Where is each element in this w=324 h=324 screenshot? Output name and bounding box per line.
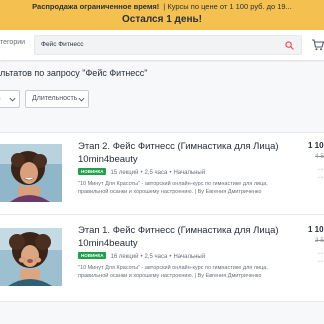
course-title[interactable]: Этап 1. Фейс Фитнесс (Гимнастика для Лиц… [78,224,298,250]
course-price: 1 10 [308,225,324,234]
meta-separator: • [140,254,143,260]
search-input[interactable] [41,41,261,48]
promo-banner[interactable]: Распродажа ограниченное время! | Курсы по… [0,0,324,30]
course-meta: НОВИНКА 15 лекций • 2,5 часа • Начальный [78,168,205,176]
rating-placeholder: ••• [318,167,324,173]
course-level: Начальный [173,170,206,176]
course-meta: НОВИНКА 16 лекций • 2,5 часа • Начальный [78,252,205,260]
course-description: "10 Минут Для Красоты" - авторский онлай… [78,181,268,195]
course-old-price: 3 5 [315,237,324,244]
promo-text: Распродажа ограниченное время! | Курсы по… [0,2,324,11]
meta-separator: • [169,170,172,176]
lecture-count: 15 лекций [110,170,139,176]
course-list: Этап 2. Фейс Фитнесс (Гимнастика для Лиц… [0,132,324,302]
rating-placeholder: ••• [318,259,324,265]
course-duration: 2,5 часа [144,170,168,176]
meta-separator: • [169,254,172,260]
course-card[interactable]: Этап 1. Фейс Фитнесс (Гимнастика для Лиц… [0,217,324,299]
course-price: 1 10 [308,141,324,150]
cart-icon[interactable] [312,39,324,51]
chevron-down-icon [78,97,85,102]
course-thumbnail[interactable] [0,144,62,202]
new-badge: НОВИНКА [78,252,107,259]
level-filter-label: нь [0,95,1,102]
search-bar[interactable] [34,35,302,55]
duration-filter-dropdown[interactable]: Длительность [25,90,89,108]
results-heading: льтатов по запросу "Фейс Фитнесс" [0,68,148,78]
course-old-price: 4 5 [315,153,324,160]
chevron-down-icon [9,97,16,102]
lecture-count: 16 лекций [110,254,139,260]
search-icon[interactable] [285,41,294,50]
meta-separator: • [140,170,143,176]
course-duration: 2,5 часа [144,254,168,260]
course-card[interactable]: Этап 2. Фейс Фитнесс (Гимнастика для Лиц… [0,133,324,215]
top-header: тегории [0,30,324,60]
categories-menu[interactable]: тегории [0,39,25,46]
course-level: Начальный [173,254,206,260]
promo-lead: Распродажа ограниченное время! [32,2,160,11]
rating-placeholder: ••• [318,175,324,181]
promo-countdown: Остался 1 день! [122,14,202,25]
promo-offer: | Курсы по цене от 1 100 руб. до 19... [163,2,292,11]
level-filter-dropdown[interactable]: нь [0,90,20,108]
new-badge: НОВИНКА [78,168,107,175]
duration-filter-label: Длительность [32,95,78,102]
rating-placeholder: ••• [318,251,324,257]
course-description: "10 Минут Для Красоты" - авторский онлай… [78,265,268,279]
course-title[interactable]: Этап 2. Фейс Фитнесс (Гимнастика для Лиц… [78,140,298,166]
course-thumbnail[interactable] [0,228,62,286]
